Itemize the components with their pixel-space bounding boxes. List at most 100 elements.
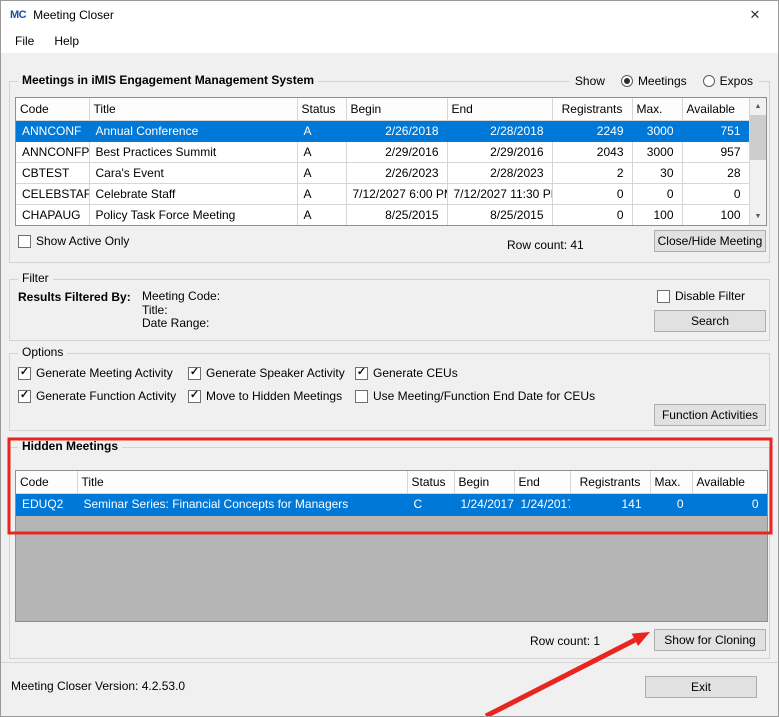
cell-begin[interactable]: 2/29/2016 <box>346 141 447 162</box>
show-active-only-checkbox[interactable]: Show Active Only <box>18 234 129 248</box>
exit-button[interactable]: Exit <box>645 676 757 698</box>
cell-code[interactable]: CHAPAUG <box>16 204 89 225</box>
col-status[interactable]: Status <box>407 471 454 493</box>
cell-registrants[interactable]: 2249 <box>552 120 632 141</box>
cell-end[interactable]: 1/24/2017 <box>514 493 570 515</box>
col-available[interactable]: Available <box>692 471 767 493</box>
cell-end[interactable]: 7/12/2027 11:30 PM <box>447 183 552 204</box>
hidden-meeting-row[interactable]: EDUQ2 Seminar Series: Financial Concepts… <box>16 493 767 515</box>
meeting-row[interactable]: CBTEST Cara's Event A 2/26/2023 2/28/202… <box>16 162 749 183</box>
radio-expos[interactable]: Expos <box>703 74 753 88</box>
checkbox-label: Use Meeting/Function End Date for CEUs <box>373 389 595 403</box>
radio-meetings-label: Meetings <box>638 74 687 88</box>
col-max[interactable]: Max. <box>632 98 682 120</box>
cell-end[interactable]: 2/28/2023 <box>447 162 552 183</box>
cell-available[interactable]: 0 <box>692 493 767 515</box>
cell-begin[interactable]: 2/26/2018 <box>346 120 447 141</box>
cell-code[interactable]: CELEBSTAFF <box>16 183 89 204</box>
move-to-hidden-meetings-checkbox[interactable]: Move to Hidden Meetings <box>188 389 342 403</box>
col-title[interactable]: Title <box>89 98 297 120</box>
cell-begin[interactable]: 7/12/2027 6:00 PM <box>346 183 447 204</box>
col-begin[interactable]: Begin <box>346 98 447 120</box>
cell-max[interactable]: 100 <box>632 204 682 225</box>
col-code[interactable]: Code <box>16 98 89 120</box>
show-for-cloning-button[interactable]: Show for Cloning <box>654 629 766 651</box>
cell-available[interactable]: 100 <box>682 204 749 225</box>
cell-max[interactable]: 0 <box>632 183 682 204</box>
function-activities-button[interactable]: Function Activities <box>654 404 766 426</box>
generate-meeting-activity-checkbox[interactable]: Generate Meeting Activity <box>18 366 173 380</box>
close-button[interactable]: ✕ <box>732 1 778 29</box>
generate-ceus-checkbox[interactable]: Generate CEUs <box>355 366 458 380</box>
col-registrants[interactable]: Registrants <box>552 98 632 120</box>
cell-title[interactable]: Annual Conference <box>89 120 297 141</box>
disable-filter-checkbox[interactable]: Disable Filter <box>657 289 745 303</box>
cell-available[interactable]: 751 <box>682 120 749 141</box>
cell-registrants[interactable]: 141 <box>570 493 650 515</box>
checkbox-box <box>18 235 31 248</box>
cell-status[interactable]: A <box>297 162 346 183</box>
cell-code[interactable]: ANNCONFP <box>16 141 89 162</box>
cell-begin[interactable]: 8/25/2015 <box>346 204 447 225</box>
col-status[interactable]: Status <box>297 98 346 120</box>
cell-code[interactable]: ANNCONF <box>16 120 89 141</box>
cell-registrants[interactable]: 0 <box>552 204 632 225</box>
cell-status[interactable]: C <box>407 493 454 515</box>
close-hide-meeting-button[interactable]: Close/Hide Meeting <box>654 230 766 252</box>
generate-function-activity-checkbox[interactable]: Generate Function Activity <box>18 389 176 403</box>
cell-code[interactable]: CBTEST <box>16 162 89 183</box>
cell-max[interactable]: 3000 <box>632 120 682 141</box>
cell-code[interactable]: EDUQ2 <box>16 493 77 515</box>
col-max[interactable]: Max. <box>650 471 692 493</box>
cell-registrants[interactable]: 0 <box>552 183 632 204</box>
meeting-row[interactable]: CELEBSTAFF Celebrate Staff A 7/12/2027 6… <box>16 183 749 204</box>
cell-max[interactable]: 3000 <box>632 141 682 162</box>
cell-status[interactable]: A <box>297 141 346 162</box>
cell-registrants[interactable]: 2 <box>552 162 632 183</box>
cell-title[interactable]: Celebrate Staff <box>89 183 297 204</box>
cell-end[interactable]: 2/29/2016 <box>447 141 552 162</box>
cell-end[interactable]: 2/28/2018 <box>447 120 552 141</box>
col-registrants[interactable]: Registrants <box>570 471 650 493</box>
col-code[interactable]: Code <box>16 471 77 493</box>
meeting-row[interactable]: ANNCONF Annual Conference A 2/26/2018 2/… <box>16 120 749 141</box>
col-end[interactable]: End <box>514 471 570 493</box>
cell-available[interactable]: 957 <box>682 141 749 162</box>
cell-title[interactable]: Seminar Series: Financial Concepts for M… <box>77 493 407 515</box>
cell-available[interactable]: 28 <box>682 162 749 183</box>
meeting-row[interactable]: ANNCONFP Best Practices Summit A 2/29/20… <box>16 141 749 162</box>
cell-begin[interactable]: 1/24/2017 <box>454 493 514 515</box>
cell-begin[interactable]: 2/26/2023 <box>346 162 447 183</box>
use-end-date-for-ceus-checkbox[interactable]: Use Meeting/Function End Date for CEUs <box>355 389 595 403</box>
cell-available[interactable]: 0 <box>682 183 749 204</box>
cell-title[interactable]: Best Practices Summit <box>89 141 297 162</box>
title-label: Title: <box>142 304 220 318</box>
scrollbar-thumb[interactable] <box>750 115 766 160</box>
scroll-up-icon[interactable]: ▲ <box>750 98 766 115</box>
meetings-group-title: Meetings in iMIS Engagement Management S… <box>18 73 318 87</box>
cell-status[interactable]: A <box>297 183 346 204</box>
radio-meetings[interactable]: Meetings <box>621 74 687 88</box>
vertical-scrollbar[interactable]: ▲ ▼ <box>749 98 766 225</box>
cell-status[interactable]: A <box>297 204 346 225</box>
meeting-code-label: Meeting Code: <box>142 290 220 304</box>
cell-max[interactable]: 30 <box>632 162 682 183</box>
cell-status[interactable]: A <box>297 120 346 141</box>
menu-file[interactable]: File <box>5 30 44 52</box>
generate-speaker-activity-checkbox[interactable]: Generate Speaker Activity <box>188 366 345 380</box>
cell-title[interactable]: Policy Task Force Meeting <box>89 204 297 225</box>
col-title[interactable]: Title <box>77 471 407 493</box>
checkbox-box <box>18 367 31 380</box>
meeting-row[interactable]: CHAPAUG Policy Task Force Meeting A 8/25… <box>16 204 749 225</box>
search-button[interactable]: Search <box>654 310 766 332</box>
scroll-down-icon[interactable]: ▼ <box>750 208 766 225</box>
col-end[interactable]: End <box>447 98 552 120</box>
cell-registrants[interactable]: 2043 <box>552 141 632 162</box>
cell-title[interactable]: Cara's Event <box>89 162 297 183</box>
cell-max[interactable]: 0 <box>650 493 692 515</box>
col-begin[interactable]: Begin <box>454 471 514 493</box>
titlebar[interactable]: MC Meeting Closer ✕ <box>1 1 778 29</box>
col-available[interactable]: Available <box>682 98 749 120</box>
cell-end[interactable]: 8/25/2015 <box>447 204 552 225</box>
menu-help[interactable]: Help <box>44 30 89 52</box>
